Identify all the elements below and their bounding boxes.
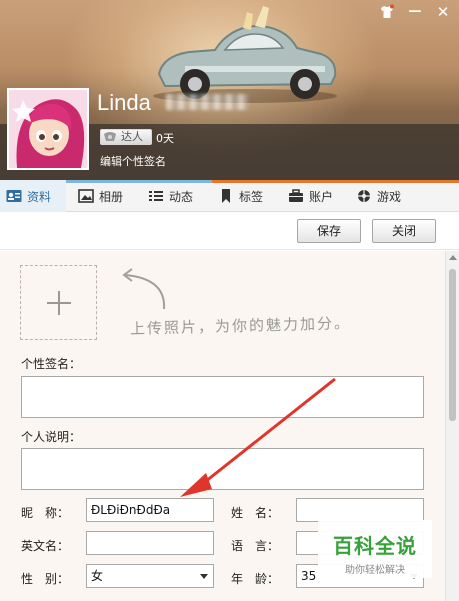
tab-album[interactable]: 相册	[72, 180, 136, 212]
profile-card-icon	[6, 190, 22, 202]
save-button[interactable]: 保存	[297, 219, 361, 243]
close-icon[interactable]: ✕	[435, 4, 451, 20]
scroll-thumb[interactable]	[449, 269, 456, 421]
bookmark-icon	[222, 189, 230, 203]
tab-activity[interactable]: 动态	[142, 180, 206, 212]
avatar[interactable]	[7, 88, 89, 170]
tab-tags[interactable]: 标签	[212, 180, 276, 212]
tshirt-icon[interactable]	[379, 4, 395, 20]
briefcase-icon	[289, 189, 303, 202]
watermark-title: 百科全说	[333, 534, 417, 558]
close-button[interactable]: 关闭	[372, 219, 436, 243]
toy-car-image	[153, 6, 337, 103]
medal-icon	[104, 132, 116, 141]
tab-profile[interactable]: 资料	[0, 180, 66, 212]
watermark: 百科全说 助你轻松解决	[318, 520, 432, 578]
toolbar: 保存 关闭	[0, 213, 459, 250]
list-icon	[149, 191, 163, 201]
edit-signature-link[interactable]: 编辑个性签名	[100, 153, 166, 169]
blurred-id	[166, 94, 248, 110]
tab-account[interactable]: 账户	[282, 180, 346, 212]
tab-games-label: 游戏	[377, 189, 402, 204]
tab-account-label: 账户	[309, 189, 334, 204]
scroll-up-icon[interactable]	[449, 255, 457, 260]
level-badge: 达人	[100, 129, 152, 145]
tab-games[interactable]: 游戏	[350, 180, 414, 212]
minimize-icon[interactable]: —	[407, 4, 423, 20]
tab-activity-label: 动态	[169, 189, 194, 204]
tab-tags-label: 标签	[239, 189, 264, 204]
profile-tabs: 资料 相册 动态 标签 账户 游戏	[0, 180, 459, 212]
tab-album-label: 相册	[99, 189, 124, 204]
game-icon	[358, 190, 370, 202]
profile-nickname: Linda	[97, 90, 151, 115]
vertical-scrollbar[interactable]	[445, 251, 459, 601]
watermark-subtitle: 助你轻松解决	[345, 565, 405, 576]
photo-album-icon	[78, 189, 94, 203]
profile-header: — ✕ Linda 达人 0天 编辑个性签名	[0, 0, 459, 180]
active-days: 0天	[156, 132, 174, 145]
tab-profile-label: 资料	[27, 189, 52, 204]
level-badge-text: 达人	[121, 130, 143, 143]
